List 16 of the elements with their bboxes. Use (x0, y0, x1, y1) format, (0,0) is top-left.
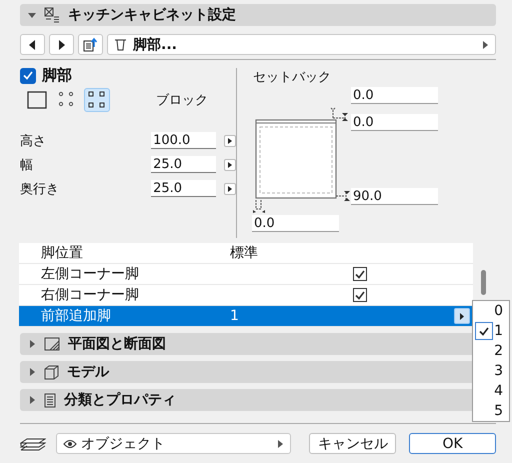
panel-title: キッチンキャビネット設定 (68, 6, 236, 24)
setback-title: セットバック (253, 69, 331, 86)
parameter-name: 前部追加脚 (40, 307, 112, 325)
dimension-label: 高さ (20, 132, 47, 150)
style-name: ブロック (156, 92, 208, 109)
legs-label: 脚部 (42, 66, 72, 85)
parameter-name: 右側コーナー脚 (40, 286, 140, 304)
section-title: モデル (67, 363, 109, 381)
section-title: 分類とプロパティ (64, 391, 176, 409)
parameter-name: 脚位置 (40, 244, 84, 262)
parameter-value: 1 (230, 308, 240, 324)
parameter-value: 標準 (230, 244, 259, 262)
parameter-name: 左側コーナー脚 (40, 265, 140, 283)
dimension-label: 幅 (20, 156, 34, 174)
section-title: 平面図と断面図 (68, 335, 166, 353)
dimension-label: 奥行き (20, 180, 60, 198)
